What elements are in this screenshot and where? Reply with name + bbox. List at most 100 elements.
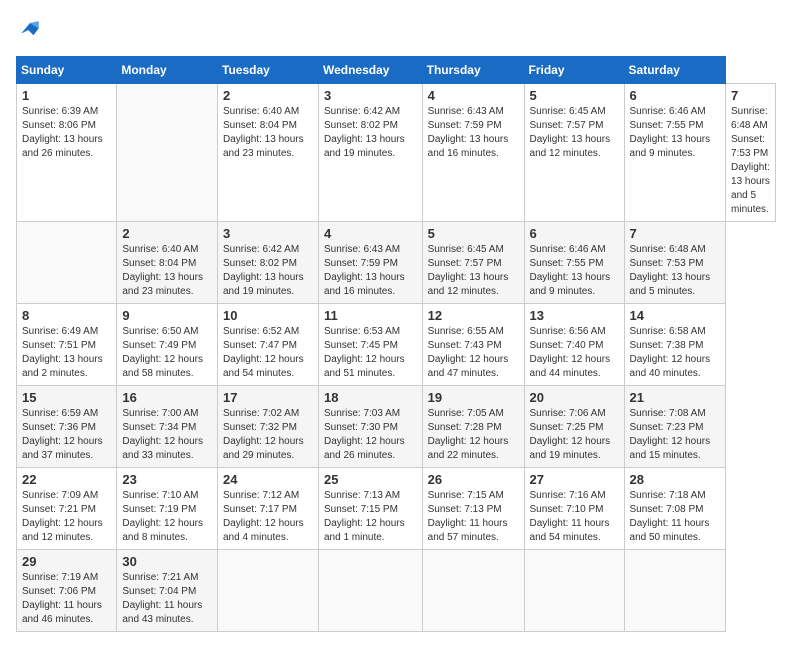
day-num: 9 [122,308,212,323]
page-header [16,16,776,44]
day-cell-21: 21Sunrise: 7:08 AMSunset: 7:23 PMDayligh… [624,386,726,468]
day-info: Sunrise: 7:15 AMSunset: 7:13 PMDaylight:… [428,490,508,543]
col-header-monday: Monday [117,57,218,84]
day-info: Sunrise: 6:40 AMSunset: 8:04 PMDaylight:… [122,244,203,297]
day-cell-6: 6 Sunrise: 6:46 AMSunset: 7:55 PMDaylight… [524,222,624,304]
day-info: Sunrise: 7:16 AMSunset: 7:10 PMDaylight:… [530,490,610,543]
day-info: Sunrise: 6:46 AMSunset: 7:55 PMDaylight:… [530,244,611,297]
day-cell-16: 16Sunrise: 7:00 AMSunset: 7:34 PMDayligh… [117,386,218,468]
day-info: Sunrise: 6:59 AMSunset: 7:36 PMDaylight:… [22,408,103,461]
day-num: 26 [428,472,519,487]
day-info: Sunrise: 6:43 AMSunset: 7:59 PMDaylight:… [324,244,405,297]
empty-cell [624,550,726,632]
day-num: 4 [428,88,519,103]
day-info: Sunrise: 6:58 AMSunset: 7:38 PMDaylight:… [630,326,711,379]
day-num: 3 [223,226,313,241]
day-cell-4: 4 Sunrise: 6:43 AMSunset: 7:59 PMDaylight… [318,222,422,304]
day-cell-13: 13 Sunrise: 6:56 AMSunset: 7:40 PMDayligh… [524,304,624,386]
day-info: Sunrise: 6:55 AMSunset: 7:43 PMDaylight:… [428,326,509,379]
day-cell-25: 25Sunrise: 7:13 AMSunset: 7:15 PMDayligh… [318,468,422,550]
day-info: Sunrise: 7:09 AMSunset: 7:21 PMDaylight:… [22,490,103,543]
day-num: 6 [530,226,619,241]
day-info: Sunrise: 6:53 AMSunset: 7:45 PMDaylight:… [324,326,405,379]
day-cell-15: 15 Sunrise: 6:59 AMSunset: 7:36 PMDayligh… [17,386,117,468]
day-info: Sunrise: 7:06 AMSunset: 7:25 PMDaylight:… [530,408,611,461]
day-info: Sunrise: 7:19 AMSunset: 7:06 PMDaylight:… [22,572,102,625]
day-num: 24 [223,472,313,487]
day-num: 6 [630,88,721,103]
day-info: Sunrise: 6:39 AMSunset: 8:06 PMDaylight:… [22,106,103,159]
col-header-wednesday: Wednesday [318,57,422,84]
day-num: 7 [630,226,721,241]
day-cell-29: 29 Sunrise: 7:19 AMSunset: 7:06 PMDayligh… [17,550,117,632]
day-num: 13 [530,308,619,323]
day-info: Sunrise: 6:49 AMSunset: 7:51 PMDaylight:… [22,326,103,379]
day-num: 14 [630,308,721,323]
day-cell-8: 8Sunrise: 6:49 AMSunset: 7:51 PMDaylight… [17,304,117,386]
day-info: Sunrise: 7:05 AMSunset: 7:28 PMDaylight:… [428,408,509,461]
empty-cell [524,550,624,632]
day-num: 7 [731,88,770,103]
day-num: 3 [324,88,417,103]
day-num: 29 [22,554,111,569]
day-num: 5 [530,88,619,103]
day-info: Sunrise: 6:50 AMSunset: 7:49 PMDaylight:… [122,326,203,379]
day-info: Sunrise: 7:13 AMSunset: 7:15 PMDaylight:… [324,490,405,543]
day-info: Sunrise: 7:02 AMSunset: 7:32 PMDaylight:… [223,408,304,461]
day-cell-11: 11 Sunrise: 6:53 AMSunset: 7:45 PMDayligh… [318,304,422,386]
day-info: Sunrise: 7:12 AMSunset: 7:17 PMDaylight:… [223,490,304,543]
day-cell-19: 19 Sunrise: 7:05 AMSunset: 7:28 PMDayligh… [422,386,524,468]
day-info: Sunrise: 6:48 AMSunset: 7:53 PMDaylight:… [630,244,711,297]
day-cell-7: 7 Sunrise: 6:48 AMSunset: 7:53 PMDaylight… [624,222,726,304]
day-info: Sunrise: 6:45 AMSunset: 7:57 PMDaylight:… [530,106,611,159]
day-num: 19 [428,390,519,405]
day-info: Sunrise: 6:40 AMSunset: 8:04 PMDaylight:… [223,106,304,159]
day-info: Sunrise: 7:08 AMSunset: 7:23 PMDaylight:… [630,408,711,461]
day-num: 11 [324,308,417,323]
col-header-thursday: Thursday [422,57,524,84]
day-num: 20 [530,390,619,405]
empty-cell [422,550,524,632]
day-info: Sunrise: 7:21 AMSunset: 7:04 PMDaylight:… [122,572,202,625]
day-cell-1: 1 Sunrise: 6:39 AMSunset: 8:06 PMDaylight… [17,84,117,222]
day-num: 18 [324,390,417,405]
day-info: Sunrise: 6:42 AMSunset: 8:02 PMDaylight:… [324,106,405,159]
day-cell-7: 7Sunrise: 6:48 AMSunset: 7:53 PMDaylight… [726,84,776,222]
day-cell-10: 10Sunrise: 6:52 AMSunset: 7:47 PMDayligh… [218,304,319,386]
day-info: Sunrise: 7:03 AMSunset: 7:30 PMDaylight:… [324,408,405,461]
day-cell-5: 5 Sunrise: 6:45 AMSunset: 7:57 PMDaylight… [422,222,524,304]
day-num: 12 [428,308,519,323]
day-info: Sunrise: 6:42 AMSunset: 8:02 PMDaylight:… [223,244,304,297]
day-cell-17: 17 Sunrise: 7:02 AMSunset: 7:32 PMDayligh… [218,386,319,468]
day-cell-6: 6Sunrise: 6:46 AMSunset: 7:55 PMDaylight… [624,84,726,222]
day-num: 1 [22,88,111,103]
day-info: Sunrise: 6:56 AMSunset: 7:40 PMDaylight:… [530,326,611,379]
day-num: 15 [22,390,111,405]
day-info: Sunrise: 6:45 AMSunset: 7:57 PMDaylight:… [428,244,509,297]
logo [16,16,48,44]
day-cell-18: 18 Sunrise: 7:03 AMSunset: 7:30 PMDayligh… [318,386,422,468]
col-header-friday: Friday [524,57,624,84]
day-cell-3: 3 Sunrise: 6:42 AMSunset: 8:02 PMDaylight… [318,84,422,222]
day-cell-12: 12 Sunrise: 6:55 AMSunset: 7:43 PMDayligh… [422,304,524,386]
day-cell-2: 2Sunrise: 6:40 AMSunset: 8:04 PMDaylight… [218,84,319,222]
day-num: 17 [223,390,313,405]
day-num: 2 [122,226,212,241]
day-cell-9: 9 Sunrise: 6:50 AMSunset: 7:49 PMDaylight… [117,304,218,386]
day-cell-2: 2 Sunrise: 6:40 AMSunset: 8:04 PMDaylight… [117,222,218,304]
day-info: Sunrise: 6:52 AMSunset: 7:47 PMDaylight:… [223,326,304,379]
day-cell-5: 5 Sunrise: 6:45 AMSunset: 7:57 PMDaylight… [524,84,624,222]
day-cell-26: 26 Sunrise: 7:15 AMSunset: 7:13 PMDayligh… [422,468,524,550]
logo-icon [16,16,44,44]
empty-cell [17,222,117,304]
day-info: Sunrise: 7:00 AMSunset: 7:34 PMDaylight:… [122,408,203,461]
day-cell-28: 28Sunrise: 7:18 AMSunset: 7:08 PMDayligh… [624,468,726,550]
calendar-table: SundayMondayTuesdayWednesdayThursdayFrid… [16,56,776,632]
day-cell-24: 24 Sunrise: 7:12 AMSunset: 7:17 PMDayligh… [218,468,319,550]
day-cell-30: 30Sunrise: 7:21 AMSunset: 7:04 PMDayligh… [117,550,218,632]
day-cell-3: 3 Sunrise: 6:42 AMSunset: 8:02 PMDaylight… [218,222,319,304]
day-info: Sunrise: 6:43 AMSunset: 7:59 PMDaylight:… [428,106,509,159]
day-num: 5 [428,226,519,241]
day-num: 27 [530,472,619,487]
day-num: 4 [324,226,417,241]
